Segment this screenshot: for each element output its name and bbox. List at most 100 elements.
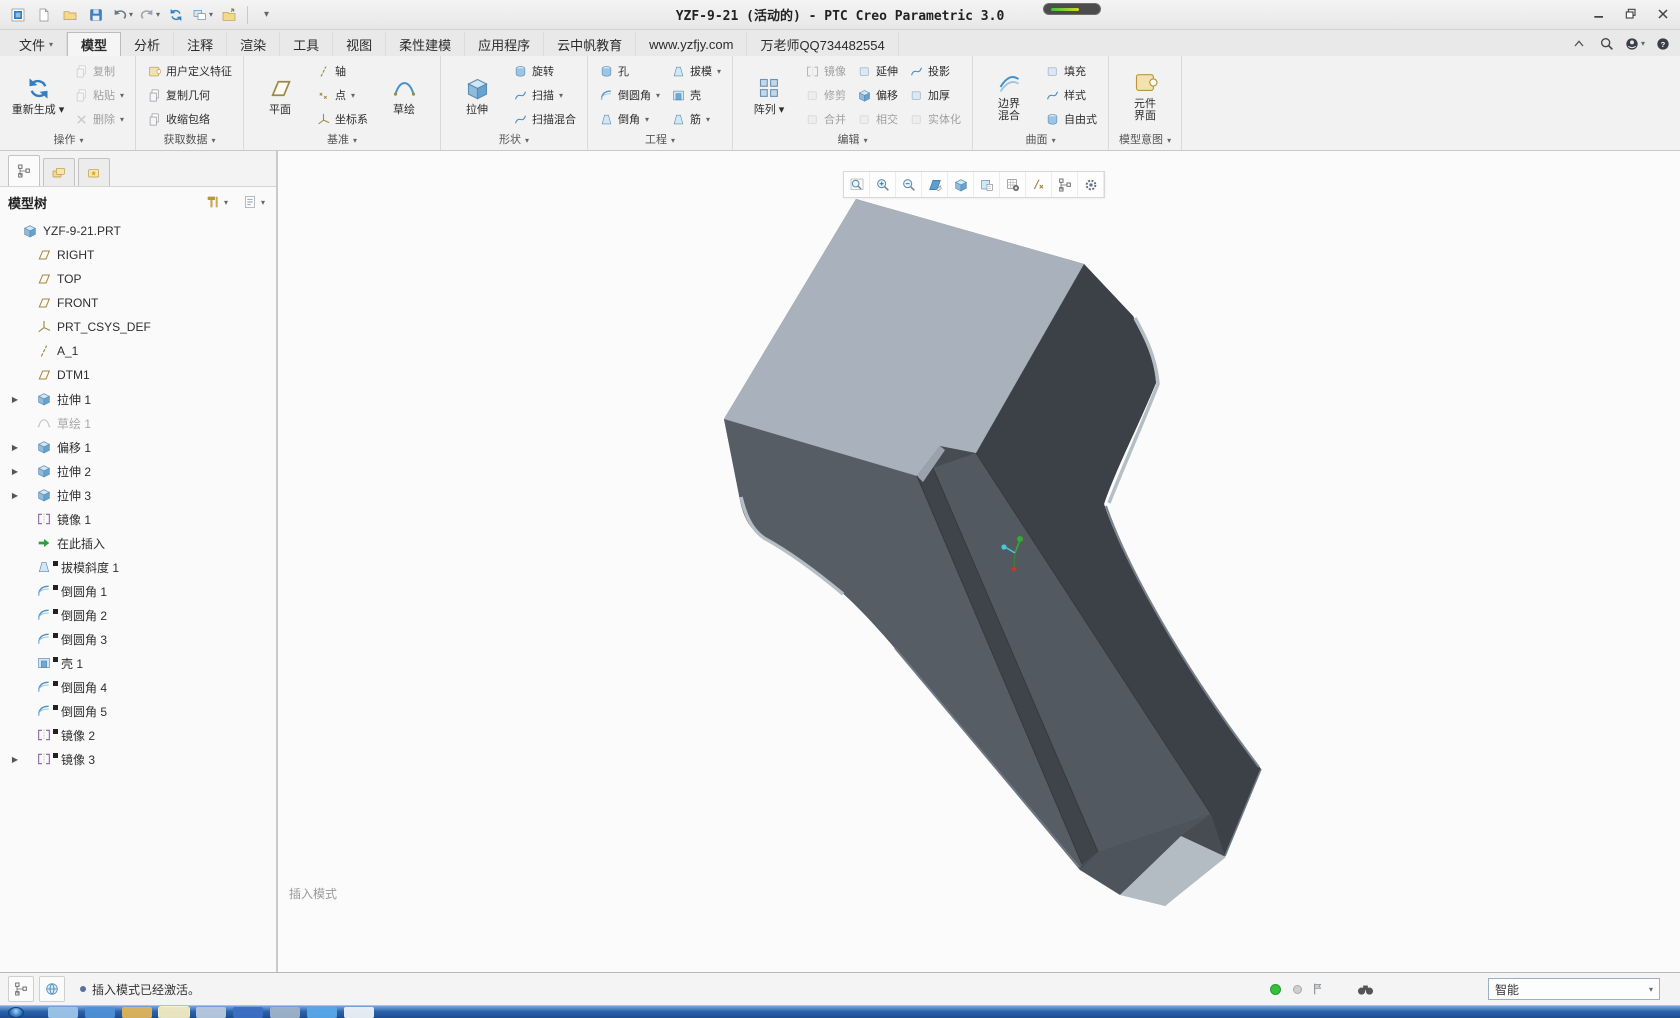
start-button[interactable] bbox=[8, 1007, 24, 1018]
tree-item-plane-right[interactable]: RIGHT bbox=[0, 243, 276, 267]
merge-button[interactable]: 合并 bbox=[801, 107, 850, 131]
revolve-button[interactable]: 旋转 bbox=[509, 59, 580, 83]
refit-button[interactable] bbox=[844, 172, 870, 197]
shell-button[interactable]: 壳 bbox=[667, 83, 725, 107]
tab-applications[interactable]: 应用程序 bbox=[465, 32, 544, 56]
point-button[interactable]: 点▾ bbox=[312, 83, 372, 107]
pattern-button[interactable]: 阵列 ▾ bbox=[740, 59, 798, 132]
flag-icon[interactable] bbox=[1310, 981, 1326, 997]
thicken-button[interactable]: 加厚 bbox=[905, 83, 965, 107]
view-manager-button[interactable] bbox=[1000, 172, 1026, 197]
minimize-window-button[interactable] bbox=[1588, 5, 1610, 23]
shrinkwrap-button[interactable]: 收缩包络 bbox=[143, 107, 236, 131]
tree-item-sketch-1[interactable]: 草绘 1 bbox=[0, 411, 276, 435]
tree-item-plane-top[interactable]: TOP bbox=[0, 267, 276, 291]
copy-button[interactable]: 复制 bbox=[70, 59, 128, 83]
help-button[interactable] bbox=[1653, 34, 1672, 53]
coordinate-system-button[interactable]: 坐标系 bbox=[312, 107, 372, 131]
rib-button[interactable]: 筋▾ bbox=[667, 107, 725, 131]
offset-button[interactable]: 偏移 bbox=[853, 83, 902, 107]
ribbon-group-label-surfaces[interactable]: 曲面 ▾ bbox=[973, 133, 1108, 150]
taskbar-item-app-blue[interactable] bbox=[85, 1007, 115, 1018]
undo-button[interactable]: ▾ bbox=[110, 3, 135, 27]
project-button[interactable]: 投影 bbox=[905, 59, 965, 83]
expand-arrow-icon[interactable]: ▶ bbox=[8, 755, 22, 764]
open-file-button[interactable] bbox=[58, 3, 82, 27]
selection-filter-dropdown[interactable]: 智能 ▾ bbox=[1488, 978, 1660, 1000]
model-tree-tab[interactable] bbox=[8, 155, 40, 186]
customize-toolbar-button[interactable]: ▾ bbox=[254, 3, 278, 27]
ribbon-group-label-get-data[interactable]: 获取数据 ▾ bbox=[136, 133, 243, 150]
ribbon-group-label-editing[interactable]: 编辑 ▾ bbox=[733, 133, 972, 150]
tree-columns-button[interactable]: ▾ bbox=[239, 192, 268, 212]
binoculars-icon[interactable] bbox=[1356, 980, 1375, 999]
regenerate-quick-button[interactable] bbox=[164, 3, 188, 27]
tree-item-plane-front[interactable]: FRONT bbox=[0, 291, 276, 315]
tree-item-extrude-1[interactable]: ▶ 拉伸 1 bbox=[0, 387, 276, 411]
taskbar-item-browser[interactable] bbox=[48, 1007, 78, 1018]
ribbon-group-label-shapes[interactable]: 形状 ▾ bbox=[441, 133, 587, 150]
toggle-model-tree-button[interactable] bbox=[8, 976, 34, 1002]
draft-button[interactable]: 拔模▾ bbox=[667, 59, 725, 83]
taskbar-item-app-blue-3[interactable] bbox=[307, 1007, 337, 1018]
tab-view[interactable]: 视图 bbox=[333, 32, 386, 56]
display-style-button[interactable] bbox=[948, 172, 974, 197]
zoom-in-button[interactable] bbox=[870, 172, 896, 197]
expand-arrow-icon[interactable]: ▶ bbox=[8, 467, 22, 476]
graphics-options-button[interactable] bbox=[1078, 172, 1104, 197]
tree-item-extrude-2[interactable]: ▶ 拉伸 2 bbox=[0, 459, 276, 483]
tree-item-round-2[interactable]: 倒圆角 2 bbox=[0, 603, 276, 627]
freestyle-button[interactable]: 自由式 bbox=[1041, 107, 1101, 131]
favorites-tab[interactable] bbox=[78, 158, 110, 186]
hole-button[interactable]: 孔 bbox=[595, 59, 664, 83]
close-active-window-button[interactable] bbox=[217, 3, 241, 27]
expand-arrow-icon[interactable]: ▶ bbox=[8, 395, 22, 404]
tab-custom-yunzhongfan[interactable]: 云中帆教育 bbox=[544, 32, 636, 56]
tree-item-mirror-3[interactable]: ▶ 镜像 3 bbox=[0, 747, 276, 771]
tree-item-mirror-2[interactable]: 镜像 2 bbox=[0, 723, 276, 747]
tree-item-plane-dtm1[interactable]: DTM1 bbox=[0, 363, 276, 387]
model-canvas[interactable] bbox=[278, 151, 1680, 972]
tree-item-csys-prt[interactable]: PRT_CSYS_DEF bbox=[0, 315, 276, 339]
learning-connector-button[interactable]: ▾ bbox=[1625, 34, 1644, 53]
taskbar-item-app-gray[interactable] bbox=[196, 1007, 226, 1018]
taskbar-item-folder[interactable] bbox=[122, 1007, 152, 1018]
new-file-button[interactable] bbox=[32, 3, 56, 27]
datum-display-filters-button[interactable] bbox=[1026, 172, 1052, 197]
graphics-viewport[interactable]: 插入模式 bbox=[278, 151, 1680, 972]
ribbon-group-label-engineering[interactable]: 工程 ▾ bbox=[588, 133, 732, 150]
tab-custom-website[interactable]: www.yzfjy.com bbox=[636, 32, 747, 56]
command-search-button[interactable] bbox=[1597, 34, 1616, 53]
copy-geometry-button[interactable]: 复制几何 bbox=[143, 83, 236, 107]
folder-browser-tab[interactable] bbox=[43, 158, 75, 186]
tree-item-mirror-1[interactable]: 镜像 1 bbox=[0, 507, 276, 531]
expand-arrow-icon[interactable]: ▶ bbox=[8, 443, 22, 452]
tab-model[interactable]: 模型 bbox=[67, 32, 121, 56]
taskbar-item-app-gray-2[interactable] bbox=[270, 1007, 300, 1018]
zoom-out-button[interactable] bbox=[896, 172, 922, 197]
tab-analysis[interactable]: 分析 bbox=[121, 32, 174, 56]
close-window-control-button[interactable] bbox=[1652, 5, 1674, 23]
tab-annotate[interactable]: 注释 bbox=[174, 32, 227, 56]
delete-button[interactable]: 删除▾ bbox=[70, 107, 128, 131]
annotation-display-button[interactable] bbox=[1052, 172, 1078, 197]
tree-item-round-4[interactable]: 倒圆角 4 bbox=[0, 675, 276, 699]
intersect-button[interactable]: 相交 bbox=[853, 107, 902, 131]
ribbon-group-label-model-intent[interactable]: 模型意图 ▾ bbox=[1109, 133, 1181, 150]
minimize-ribbon-button[interactable] bbox=[1569, 34, 1588, 53]
tree-item-insert-here[interactable]: 在此插入 bbox=[0, 531, 276, 555]
tree-item-offset-1[interactable]: ▶ 偏移 1 bbox=[0, 435, 276, 459]
window-switch-button[interactable]: ▾ bbox=[190, 3, 215, 27]
tab-custom-teacher-qq[interactable]: 万老师QQ734482554 bbox=[747, 32, 898, 56]
tab-tools[interactable]: 工具 bbox=[280, 32, 333, 56]
tab-flexible-modeling[interactable]: 柔性建模 bbox=[386, 32, 465, 56]
round-button[interactable]: 倒圆角▾ bbox=[595, 83, 664, 107]
component-interface-button[interactable]: 元件 界面 bbox=[1116, 59, 1174, 132]
tree-item-draft-1[interactable]: 拔模斜度 1 bbox=[0, 555, 276, 579]
taskbar-item-creo-active[interactable] bbox=[159, 1007, 189, 1018]
regenerate-button[interactable]: 重新生成 ▾ bbox=[9, 59, 67, 132]
boundary-blend-button[interactable]: 边界 混合 bbox=[980, 59, 1038, 132]
ribbon-group-label-operations[interactable]: 操作 ▾ bbox=[2, 133, 135, 150]
sweep-button[interactable]: 扫描▾ bbox=[509, 83, 580, 107]
user-defined-feature-button[interactable]: 用户定义特征 bbox=[143, 59, 236, 83]
